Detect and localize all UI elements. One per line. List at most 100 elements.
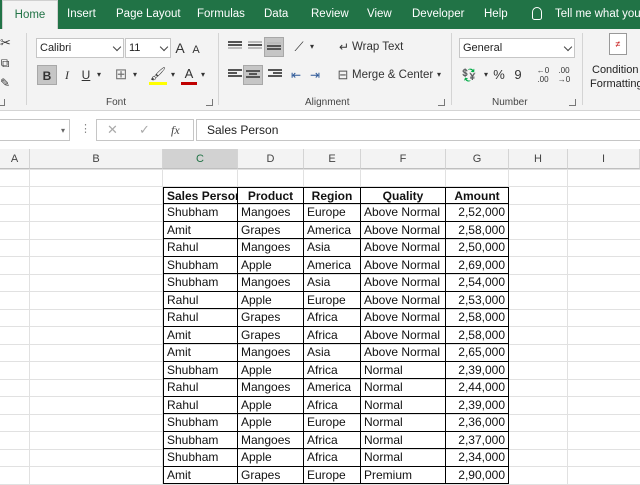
table-cell[interactable]: Amit [163, 344, 238, 362]
font-name-combo[interactable]: Calibri [36, 38, 124, 58]
tab-developer[interactable]: Developer [412, 0, 464, 29]
underline-button[interactable]: U [79, 65, 93, 85]
table-cell[interactable]: Normal [361, 379, 446, 397]
cut-icon[interactable]: ✂ [0, 33, 11, 53]
table-header-cell[interactable]: Amount [446, 186, 509, 204]
table-cell[interactable]: Grapes [238, 309, 304, 327]
table-cell[interactable]: Rahul [163, 291, 238, 309]
table-cell[interactable]: 2,39,000 [446, 361, 509, 379]
table-cell[interactable]: Grapes [238, 326, 304, 344]
table-cell[interactable]: Above Normal [361, 344, 446, 362]
font-color-button[interactable]: A [181, 65, 197, 85]
bold-button[interactable]: B [37, 65, 57, 85]
table-cell[interactable]: 2,90,000 [446, 466, 509, 484]
table-cell[interactable]: Africa [304, 361, 361, 379]
table-cell[interactable]: Amit [163, 221, 238, 239]
number-format-combo[interactable]: General [459, 38, 575, 58]
table-cell[interactable]: Above Normal [361, 239, 446, 257]
table-cell[interactable]: 2,34,000 [446, 449, 509, 467]
table-cell[interactable]: Mangoes [238, 239, 304, 257]
table-cell[interactable]: Shubham [163, 414, 238, 432]
copy-icon[interactable]: ⧉ [0, 53, 10, 73]
table-cell[interactable]: Amit [163, 326, 238, 344]
table-cell[interactable]: 2,36,000 [446, 414, 509, 432]
tab-view[interactable]: View [367, 0, 392, 29]
table-header-cell[interactable]: Product [238, 186, 304, 204]
table-cell[interactable]: Shubham [163, 449, 238, 467]
table-cell[interactable]: Asia [304, 274, 361, 292]
table-header-cell[interactable]: Quality [361, 186, 446, 204]
orientation-dropdown-icon[interactable]: ▾ [307, 37, 317, 57]
table-cell[interactable]: America [304, 379, 361, 397]
table-cell[interactable]: Shubham [163, 274, 238, 292]
table-cell[interactable]: Africa [304, 396, 361, 414]
merge-center-button[interactable]: Merge & Center [352, 65, 433, 85]
table-header-cell[interactable]: Region [304, 186, 361, 204]
table-cell[interactable]: Above Normal [361, 204, 446, 222]
table-cell[interactable]: Rahul [163, 396, 238, 414]
table-cell[interactable]: 2,39,000 [446, 396, 509, 414]
table-cell[interactable]: Europe [304, 204, 361, 222]
conditional-formatting-icon[interactable]: ≠ [609, 33, 627, 55]
table-cell[interactable]: Europe [304, 414, 361, 432]
table-cell[interactable]: 2,65,000 [446, 344, 509, 362]
table-cell[interactable]: Grapes [238, 221, 304, 239]
table-cell[interactable]: Apple [238, 256, 304, 274]
decrease-decimal-icon[interactable]: .00 →0 [555, 65, 573, 85]
conditional-formatting-label-2[interactable]: Formatting [590, 78, 640, 90]
table-cell[interactable]: Normal [361, 414, 446, 432]
font-color-dropdown-icon[interactable]: ▾ [198, 65, 208, 85]
table-cell[interactable]: Above Normal [361, 309, 446, 327]
column-header-h[interactable]: H [509, 149, 568, 169]
table-cell[interactable]: Above Normal [361, 291, 446, 309]
orientation-icon[interactable]: ⟋ [291, 37, 307, 57]
column-header-c[interactable]: C [163, 149, 238, 169]
table-cell[interactable]: 2,54,000 [446, 274, 509, 292]
table-cell[interactable]: Premium [361, 466, 446, 484]
align-top-icon[interactable] [228, 41, 242, 52]
table-cell[interactable]: 2,37,000 [446, 431, 509, 449]
table-cell[interactable]: Mangoes [238, 204, 304, 222]
table-cell[interactable]: Shubham [163, 361, 238, 379]
table-cell[interactable]: Apple [238, 291, 304, 309]
grow-font-button[interactable]: A [173, 38, 187, 58]
table-cell[interactable]: Normal [361, 449, 446, 467]
table-cell[interactable]: Africa [304, 449, 361, 467]
table-cell[interactable]: Shubham [163, 256, 238, 274]
insert-function-button[interactable]: fx [171, 123, 180, 138]
name-box-dropdown-icon[interactable]: ▾ [61, 126, 65, 135]
clipboard-launcher-icon[interactable] [0, 99, 5, 106]
table-cell[interactable]: Asia [304, 344, 361, 362]
tell-me-box[interactable]: Tell me what you [555, 0, 640, 29]
format-painter-icon[interactable]: ✎ [0, 73, 10, 93]
table-cell[interactable]: Grapes [238, 466, 304, 484]
column-header-b[interactable]: B [30, 149, 163, 169]
decrease-indent-icon[interactable]: ⇤ [289, 65, 303, 85]
tab-data[interactable]: Data [264, 0, 288, 29]
column-header-i[interactable]: I [568, 149, 640, 169]
table-cell[interactable]: Mangoes [238, 379, 304, 397]
align-left-icon[interactable] [228, 69, 242, 80]
alignment-launcher-icon[interactable] [438, 99, 445, 106]
table-cell[interactable]: Shubham [163, 431, 238, 449]
table-cell[interactable]: Amit [163, 466, 238, 484]
tab-page-layout[interactable]: Page Layout [116, 0, 181, 29]
increase-decimal-icon[interactable]: ←0.00 [534, 65, 552, 85]
formula-input[interactable]: Sales Person [196, 119, 640, 141]
table-cell[interactable]: Above Normal [361, 326, 446, 344]
borders-icon[interactable]: ⊞ [113, 65, 129, 85]
wrap-text-button[interactable]: Wrap Text [352, 37, 403, 57]
center-button[interactable] [243, 65, 263, 85]
table-cell[interactable]: 2,52,000 [446, 204, 509, 222]
table-cell[interactable]: Asia [304, 239, 361, 257]
tab-review[interactable]: Review [311, 0, 349, 29]
table-cell[interactable]: 2,44,000 [446, 379, 509, 397]
conditional-formatting-label-1[interactable]: Condition [592, 64, 638, 76]
table-cell[interactable]: 2,69,000 [446, 256, 509, 274]
table-cell[interactable]: America [304, 256, 361, 274]
fill-color-icon[interactable]: 🖌 [149, 65, 167, 85]
italic-button[interactable]: I [60, 65, 74, 85]
cancel-icon[interactable]: ✕ [107, 122, 118, 138]
name-box[interactable]: ▾ [0, 119, 70, 141]
table-cell[interactable]: Africa [304, 309, 361, 327]
